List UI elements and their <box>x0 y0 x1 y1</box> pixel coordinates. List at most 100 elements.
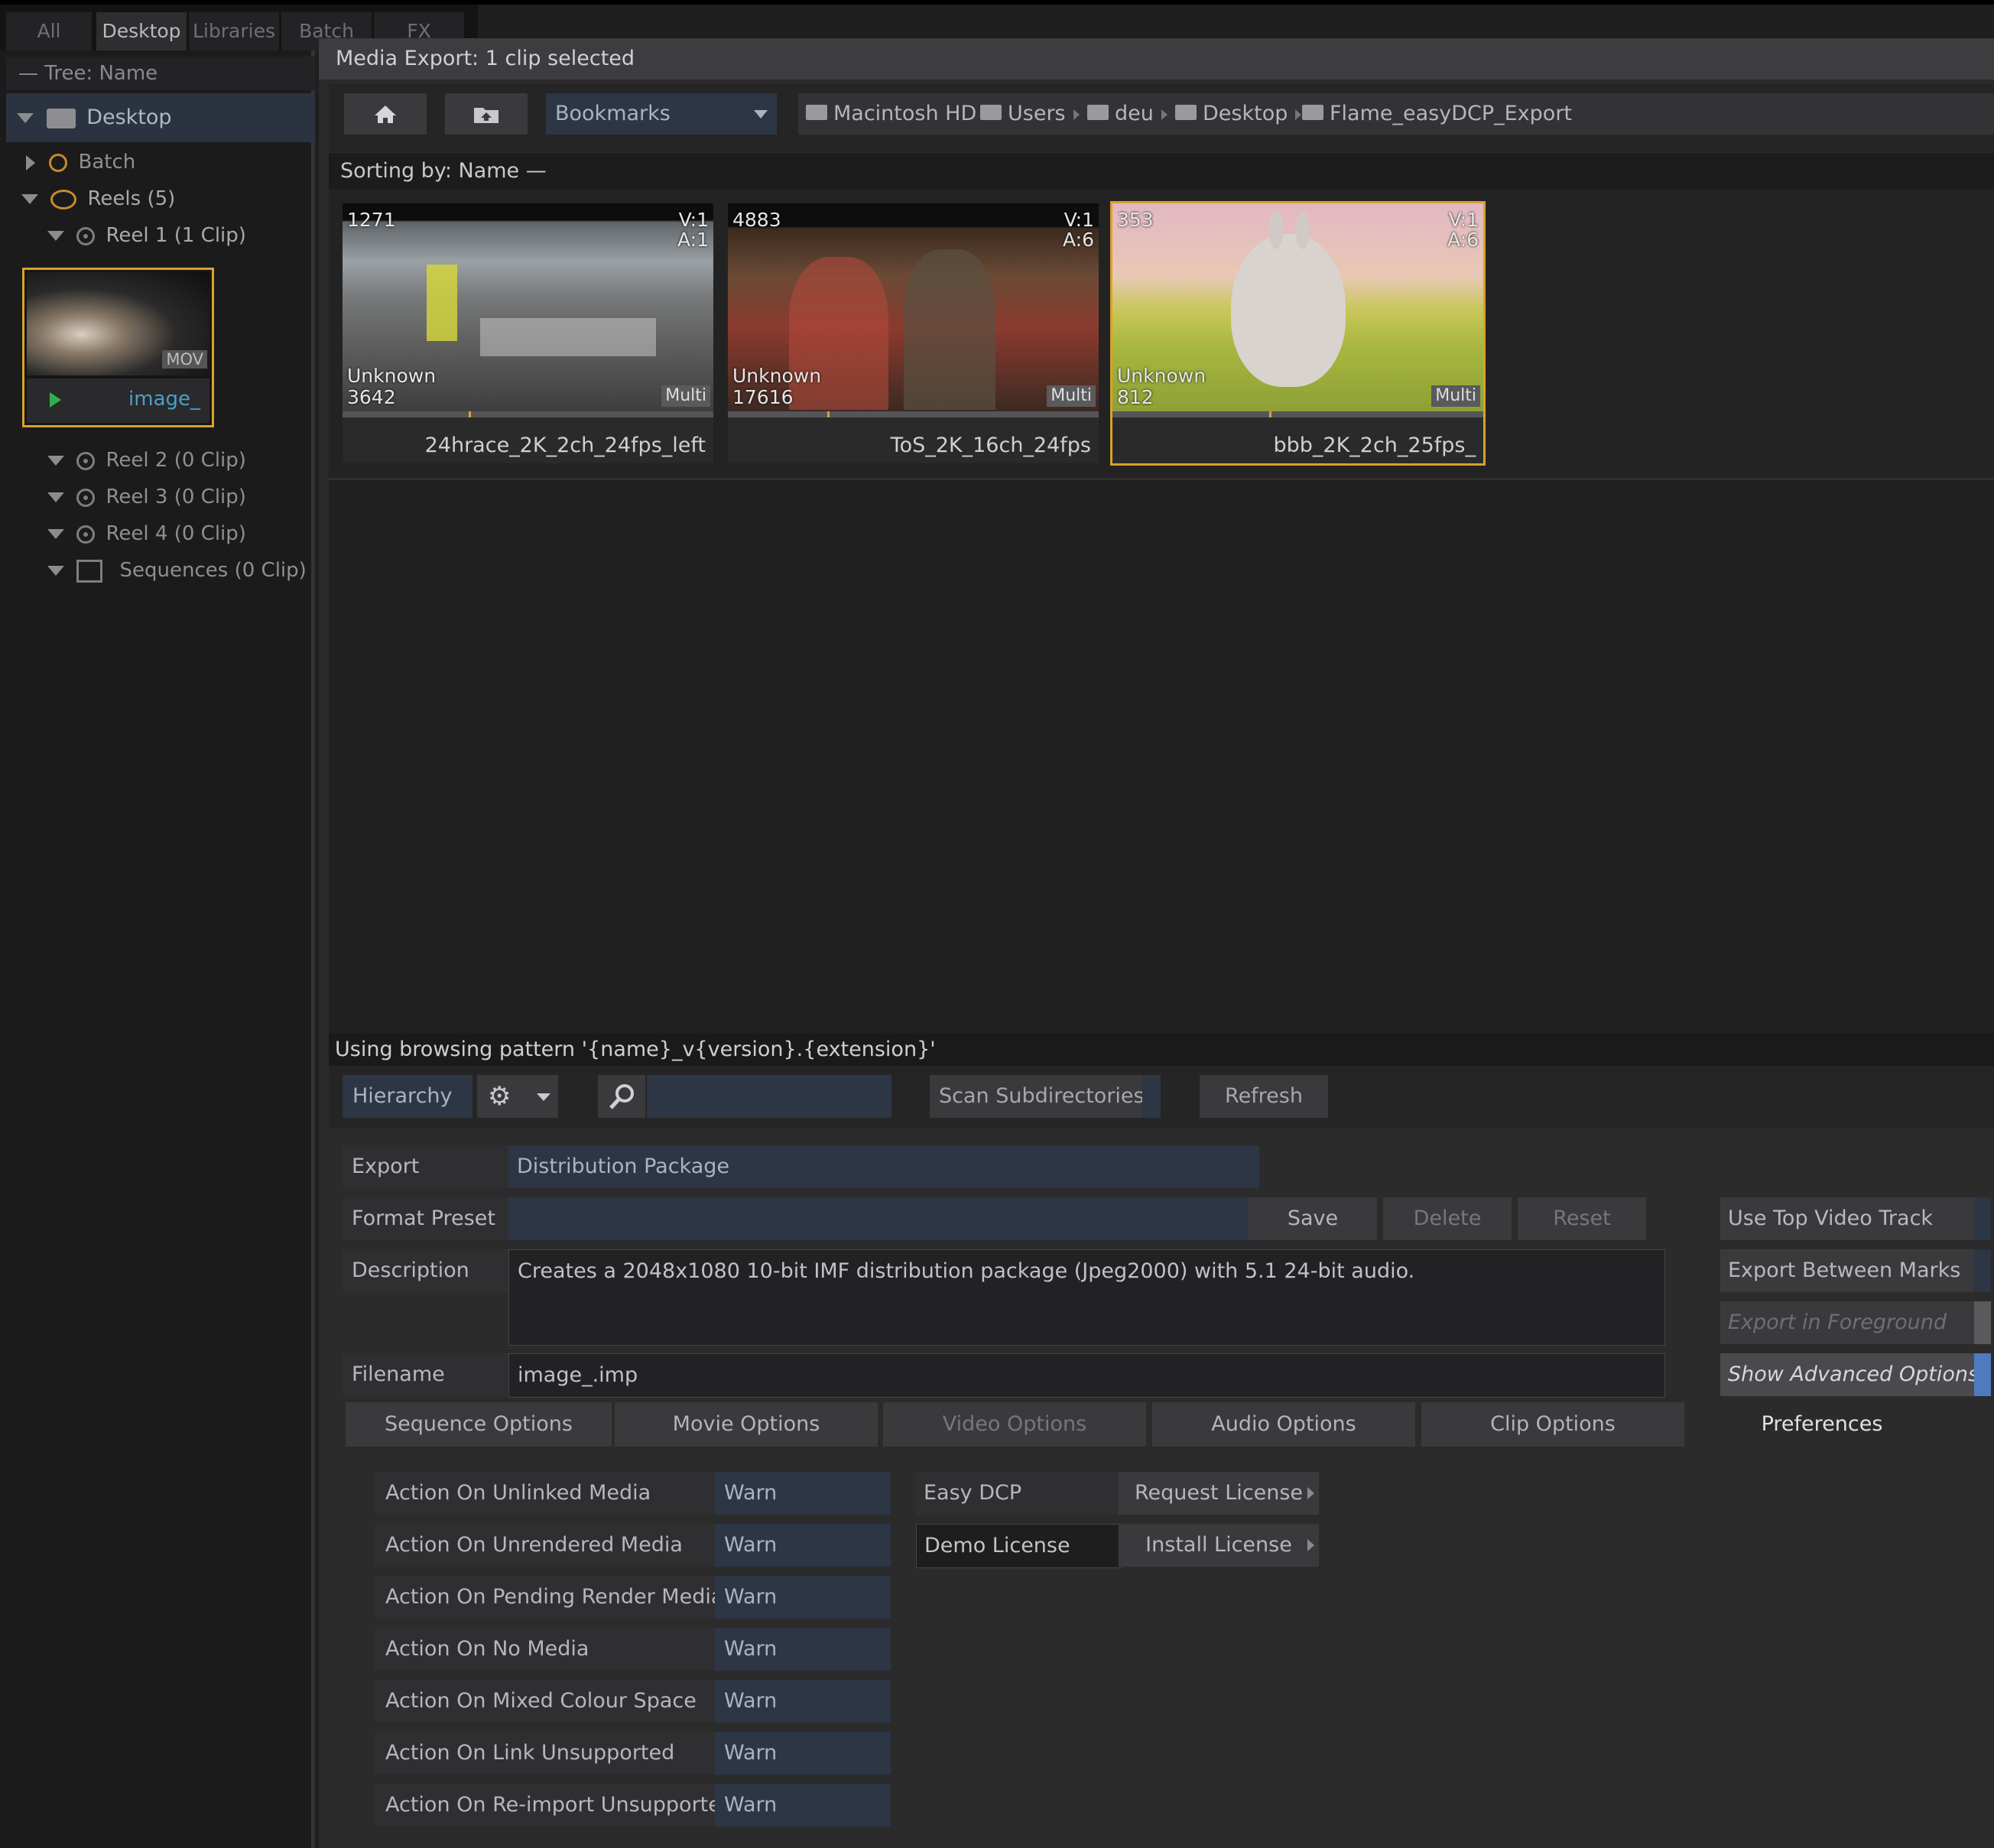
clip-tile-selected[interactable]: 353 V:1 A:6 Unknown 812 Multi bbb_2K_2ch… <box>1110 201 1486 466</box>
tree-sort-header[interactable]: — Tree: Name <box>6 57 315 90</box>
tree-item-label: Sequences (0 Clip) <box>119 559 307 582</box>
tree-item-reels[interactable]: Reels (5) <box>6 180 315 217</box>
tab-audio-options[interactable]: Audio Options <box>1152 1402 1415 1447</box>
pref-mixed-colour-label: Action On Mixed Colour Space <box>375 1680 720 1723</box>
expand-arrow-icon[interactable] <box>21 194 38 204</box>
easy-dcp-label: Easy DCP <box>916 1472 1121 1515</box>
pref-reimport-unsupported-dropdown[interactable]: Warn <box>715 1784 891 1827</box>
export-in-foreground-toggle[interactable]: Export in Foreground <box>1720 1301 1991 1344</box>
clip-tile[interactable]: 4883 V:1 A:6 Unknown 17616 Multi ToS_2K_… <box>728 203 1099 463</box>
tab-movie-options[interactable]: Movie Options <box>615 1402 878 1447</box>
expand-arrow-icon[interactable] <box>47 492 64 502</box>
clip-label-bar: image_ <box>27 378 209 423</box>
search-input[interactable] <box>647 1075 891 1118</box>
toggle-indicator <box>1974 1197 1991 1240</box>
chevron-right-icon <box>1073 109 1080 120</box>
pref-reimport-unsupported-label: Action On Re-import Unsupported <box>375 1784 734 1827</box>
request-license-button[interactable]: Request License <box>1119 1472 1319 1515</box>
tree-item-label: Reel 2 (0 Clip) <box>106 449 246 472</box>
clip-scrub-bar[interactable] <box>728 411 1099 417</box>
pref-mixed-colour-dropdown[interactable]: Warn <box>715 1680 891 1723</box>
expand-arrow-icon[interactable] <box>47 529 64 539</box>
breadcrumb-desktop[interactable]: Desktop <box>1175 93 1302 135</box>
expand-arrow-icon[interactable] <box>47 231 64 241</box>
tab-all[interactable]: All <box>6 12 92 50</box>
play-icon[interactable] <box>50 392 61 408</box>
gear-icon: ⚙ <box>488 1081 511 1112</box>
breadcrumb-label: Flame_easyDCP_Export <box>1330 102 1572 125</box>
clip-name: image_ <box>128 388 200 411</box>
toggle-indicator <box>1974 1249 1991 1292</box>
bookmarks-dropdown[interactable]: Bookmarks <box>546 93 777 135</box>
browsing-pattern-status: Using browsing pattern '{name}_v{version… <box>329 1034 1994 1066</box>
clip-scrub-bar[interactable] <box>343 411 713 417</box>
show-advanced-options-toggle[interactable]: Show Advanced Options <box>1720 1353 1991 1396</box>
tab-clip-options[interactable]: Clip Options <box>1421 1402 1684 1447</box>
reset-preset-button[interactable]: Reset <box>1518 1197 1646 1240</box>
option-label: Export Between Marks <box>1728 1259 1961 1282</box>
expand-arrow-icon[interactable] <box>47 456 64 466</box>
tree-clip-thumbnail[interactable]: MOV image_ <box>22 268 214 427</box>
clip-scrub-bar[interactable] <box>1112 411 1483 417</box>
pref-unlinked-media-dropdown[interactable]: Warn <box>715 1472 891 1515</box>
tree-item-label: Reel 3 (0 Clip) <box>106 486 246 508</box>
chevron-down-icon <box>537 1093 550 1101</box>
multi-badge: Multi <box>661 385 710 407</box>
pref-unrendered-media-dropdown[interactable]: Warn <box>715 1524 891 1567</box>
tab-desktop[interactable]: Desktop <box>96 12 187 50</box>
pref-link-unsupported-label: Action On Link Unsupported <box>375 1732 720 1775</box>
save-preset-button[interactable]: Save <box>1249 1197 1377 1240</box>
pref-no-media-dropdown[interactable]: Warn <box>715 1628 891 1671</box>
export-label: Export <box>343 1145 511 1188</box>
tab-sequence-options[interactable]: Sequence Options <box>346 1402 612 1447</box>
tree-item-reel-2[interactable]: Reel 2 (0 Clip) <box>6 442 315 479</box>
parent-folder-button[interactable] <box>445 93 528 135</box>
tree-item-sequences[interactable]: Sequences (0 Clip) <box>6 552 315 589</box>
home-button[interactable] <box>344 93 427 135</box>
tree-item-desktop[interactable]: Desktop <box>6 93 315 142</box>
batch-icon <box>49 153 68 172</box>
view-settings-button[interactable]: ⚙ <box>477 1075 558 1118</box>
export-type-dropdown[interactable]: Distribution Package <box>508 1145 1259 1188</box>
export-between-marks-toggle[interactable]: Export Between Marks <box>1720 1249 1991 1292</box>
clip-tile[interactable]: 1271 V:1 A:1 Unknown 3642 Multi 24hrace_… <box>343 203 713 463</box>
search-button[interactable] <box>598 1075 645 1118</box>
clip-resolution: Unknown <box>347 365 437 387</box>
refresh-button[interactable]: Refresh <box>1200 1075 1328 1118</box>
expand-arrow-icon[interactable] <box>47 566 64 576</box>
clip-audio-tracks: A:6 <box>1447 229 1479 251</box>
breadcrumb-macintosh-hd[interactable]: Macintosh HD <box>806 93 991 135</box>
pref-pending-render-dropdown[interactable]: Warn <box>715 1576 891 1619</box>
tree-item-reel-3[interactable]: Reel 3 (0 Clip) <box>6 479 315 515</box>
scan-subdirectories-toggle[interactable]: Scan Subdirectories <box>930 1075 1161 1118</box>
format-preset-label: Format Preset <box>343 1197 511 1240</box>
chevron-right-icon <box>1161 109 1167 120</box>
tree-item-batch[interactable]: Batch <box>6 144 315 180</box>
delete-preset-button[interactable]: Delete <box>1383 1197 1512 1240</box>
breadcrumb-label: deu <box>1115 102 1154 125</box>
breadcrumb-flame-export[interactable]: Flame_easyDCP_Export <box>1302 93 1572 135</box>
tab-video-options[interactable]: Video Options <box>883 1402 1146 1447</box>
install-license-button[interactable]: Install License <box>1119 1524 1319 1567</box>
hierarchy-dropdown[interactable]: Hierarchy <box>343 1075 473 1118</box>
expand-arrow-icon[interactable] <box>17 113 34 123</box>
tab-libraries[interactable]: Libraries <box>189 12 279 50</box>
filename-input[interactable]: image_.imp <box>508 1353 1665 1398</box>
folder-open-icon <box>46 108 76 128</box>
clip-start-frame: 4883 <box>732 209 781 231</box>
format-preset-dropdown[interactable] <box>508 1197 1259 1240</box>
tab-preferences[interactable]: Preferences <box>1690 1402 1953 1447</box>
tree-item-reel-1[interactable]: Reel 1 (1 Clip) <box>6 217 315 254</box>
pref-link-unsupported-dropdown[interactable]: Warn <box>715 1732 891 1775</box>
clip-video-tracks: V:1 <box>1064 209 1094 231</box>
use-top-video-track-toggle[interactable]: Use Top Video Track <box>1720 1197 1991 1240</box>
tree-item-reel-4[interactable]: Reel 4 (0 Clip) <box>6 515 315 552</box>
breadcrumb-deu[interactable]: deu <box>1087 93 1167 135</box>
breadcrumb-users[interactable]: Users <box>980 93 1080 135</box>
option-label: Use Top Video Track <box>1728 1207 1934 1230</box>
sorting-header[interactable]: Sorting by: Name — <box>329 153 1994 190</box>
reel-icon <box>76 451 96 470</box>
option-label: Export in Foreground <box>1728 1310 1947 1334</box>
collapse-arrow-icon[interactable] <box>26 154 35 171</box>
tree-item-label: Reel 1 (1 Clip) <box>106 224 246 247</box>
